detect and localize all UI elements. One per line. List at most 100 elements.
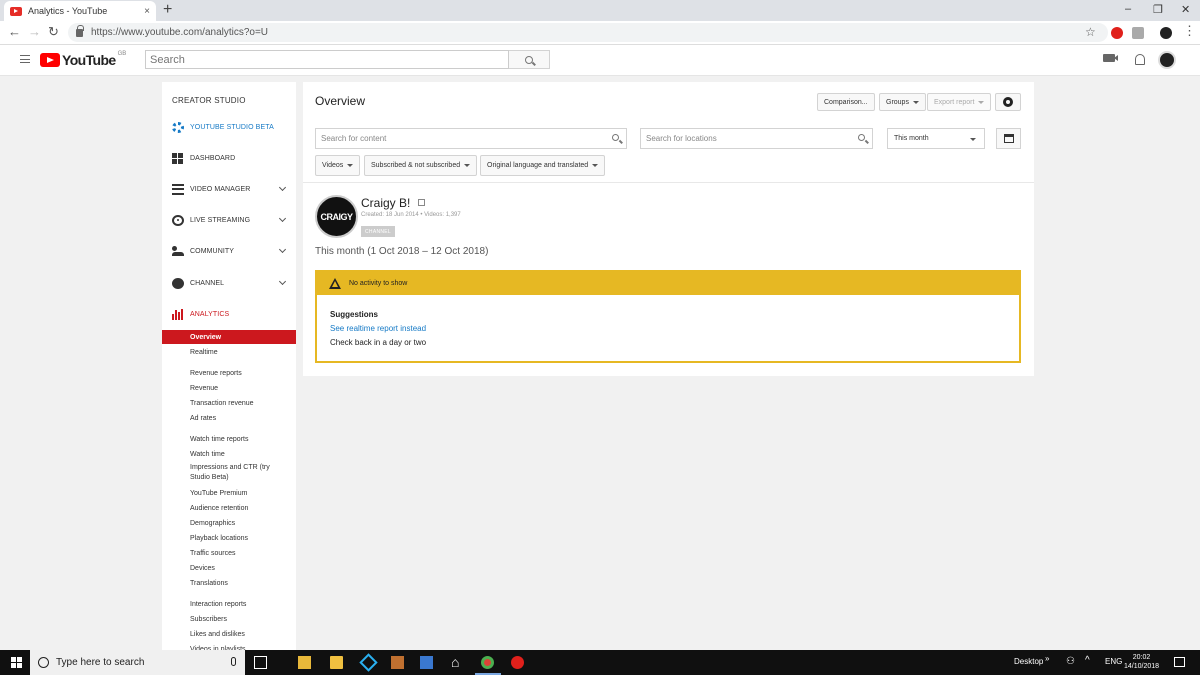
people-icon[interactable]: ⚇ [1066, 656, 1079, 669]
date-range-select[interactable]: This month [887, 128, 985, 149]
profile-avatar-icon[interactable] [1160, 27, 1172, 39]
sidebar-sub-subscribers[interactable]: Subscribers [162, 612, 296, 626]
sidebar-item-community[interactable]: COMMUNITY [162, 242, 296, 260]
sidebar-item-dashboard[interactable]: DASHBOARD [162, 149, 296, 167]
sidebar-sub-overview[interactable]: Overview [162, 330, 296, 344]
red-app-icon[interactable] [511, 656, 524, 669]
sidebar-sub-watch-time[interactable]: Watch time [162, 447, 296, 461]
sidebar-sub-traffic-sources[interactable]: Traffic sources [162, 546, 296, 560]
settings-button[interactable] [995, 93, 1021, 111]
sidebar-sub-likes-dislikes[interactable]: Likes and dislikes [162, 627, 296, 641]
browser-tab[interactable]: Analytics - YouTube × [4, 1, 156, 21]
export-report-button-label: Export report [934, 98, 975, 106]
gear-icon [1003, 97, 1013, 107]
sidebar-item-live-streaming[interactable]: LIVE STREAMING [162, 211, 296, 229]
file-explorer-icon[interactable] [298, 656, 311, 669]
tab-close-button[interactable]: × [144, 6, 150, 17]
channel-avatar[interactable]: CRAIGY [315, 195, 358, 238]
forward-icon[interactable]: → [28, 24, 41, 39]
new-tab-button[interactable]: + [163, 1, 172, 19]
tray-up-arrow-icon[interactable]: ^ [1085, 655, 1098, 668]
sidebar-sub-audience-retention[interactable]: Audience retention [162, 501, 296, 515]
sidebar-sub-watch-time-reports[interactable]: Watch time reports [162, 432, 296, 446]
search-icon[interactable] [858, 134, 865, 141]
external-link-icon[interactable] [418, 199, 425, 206]
sidebar-sub-videos-in-playlists[interactable]: Videos in playlists [162, 642, 296, 651]
menu-kebab-icon[interactable]: ⋮ [1183, 23, 1196, 39]
taskbar-search-box[interactable]: Type here to search [30, 650, 245, 675]
sidebar-sub-translations[interactable]: Translations [162, 576, 296, 590]
comparison-button[interactable]: Comparison... [817, 93, 875, 111]
address-bar[interactable]: https://www.youtube.com/analytics?o=U [68, 23, 1108, 42]
desktop-toolbar-label[interactable]: Desktop [1014, 657, 1043, 666]
chrome-icon[interactable] [481, 656, 494, 669]
sidebar-item-channel[interactable]: CHANNEL [162, 274, 296, 292]
notes-app-icon[interactable] [330, 656, 343, 669]
sidebar-sub-revenue[interactable]: Revenue [162, 381, 296, 395]
sidebar-item-video-manager[interactable]: VIDEO MANAGER [162, 180, 296, 198]
app-diamond-icon[interactable] [359, 653, 378, 672]
youtube-search-input[interactable] [145, 50, 509, 69]
window-close-icon[interactable]: ✕ [1181, 3, 1190, 16]
windows-start-icon[interactable] [11, 657, 22, 668]
sidebar-sub-demographics[interactable]: Demographics [162, 516, 296, 530]
extension-grey-icon[interactable] [1132, 27, 1144, 39]
store-icon[interactable] [420, 656, 433, 669]
groups-button[interactable]: Groups [879, 93, 926, 111]
chevron-down-icon[interactable] [278, 245, 287, 254]
search-locations-input[interactable]: Search for locations [640, 128, 873, 149]
taskbar-search-placeholder: Type here to search [56, 657, 145, 668]
sidebar-sub-revenue-reports[interactable]: Revenue reports [162, 366, 296, 380]
sidebar-sub-playback-locations[interactable]: Playback locations [162, 531, 296, 545]
sidebar-sub-impressions-ctr[interactable]: Impressions and CTR (try Studio Beta) [162, 462, 296, 484]
extension-red-icon[interactable] [1111, 27, 1123, 39]
chevron-down-icon[interactable] [278, 214, 287, 223]
upload-video-icon[interactable] [1103, 54, 1118, 62]
sidebar-sub-youtube-premium[interactable]: YouTube Premium [162, 486, 296, 500]
restore-icon[interactable]: ❐ [1153, 3, 1163, 16]
taskbar-clock[interactable]: 20:02 14/10/2018 [1124, 653, 1159, 671]
toolbar-chevron-icon[interactable]: » [1045, 654, 1049, 663]
bookmark-star-icon[interactable]: ☆ [1085, 25, 1096, 39]
sidebar-item-studio-beta[interactable]: YOUTUBE STUDIO BETA [162, 118, 296, 136]
back-icon[interactable]: ← [8, 24, 21, 39]
sidebar-sub-realtime[interactable]: Realtime [162, 345, 296, 359]
minimize-icon[interactable]: – [1125, 3, 1131, 15]
youtube-logo[interactable]: YouTube GB [40, 51, 126, 68]
cortana-icon [38, 657, 49, 668]
youtube-search-button[interactable] [509, 50, 550, 69]
paint-app-icon[interactable] [391, 656, 404, 669]
chevron-down-icon[interactable] [278, 277, 287, 286]
language-filter-button[interactable]: Original language and translated [480, 155, 606, 176]
live-streaming-icon [172, 214, 184, 226]
calendar-button[interactable] [996, 128, 1021, 149]
chevron-down-icon[interactable] [278, 183, 287, 192]
language-indicator[interactable]: ENG [1105, 657, 1122, 666]
search-content-input[interactable]: Search for content [315, 128, 627, 149]
sidebar-sub-interaction-reports[interactable]: Interaction reports [162, 597, 296, 611]
microphone-icon[interactable] [231, 657, 236, 666]
browser-toolbar: ← → ↻ https://www.youtube.com/analytics?… [0, 21, 1200, 45]
action-center-icon[interactable] [1174, 657, 1185, 667]
channel-name[interactable]: Craigy B! [361, 196, 410, 210]
youtube-favicon-icon [10, 6, 22, 16]
channel-badge: CHANNEL [361, 226, 395, 237]
analytics-main-panel: Overview Comparison... Groups Export rep… [303, 82, 1034, 376]
subscribed-filter-button[interactable]: Subscribed & not subscribed [364, 155, 478, 176]
export-report-button[interactable]: Export report [927, 93, 992, 111]
account-avatar[interactable] [1158, 51, 1176, 69]
videos-filter-button[interactable]: Videos [315, 155, 361, 176]
hamburger-menu-icon[interactable] [20, 55, 30, 63]
realtime-report-link[interactable]: See realtime report instead [330, 324, 426, 333]
sidebar-item-analytics[interactable]: ANALYTICS [162, 305, 296, 323]
sidebar-sub-ad-rates[interactable]: Ad rates [162, 411, 296, 425]
sidebar-sub-devices[interactable]: Devices [162, 561, 296, 575]
video-manager-icon [172, 183, 184, 195]
task-view-icon[interactable] [254, 656, 267, 669]
home-icon[interactable]: ⌂ [451, 654, 464, 670]
clock-time: 20:02 [1132, 654, 1151, 661]
sidebar-sub-transaction-revenue[interactable]: Transaction revenue [162, 396, 296, 410]
notifications-bell-icon[interactable] [1135, 54, 1145, 65]
reload-icon[interactable]: ↻ [48, 24, 59, 40]
search-icon[interactable] [612, 134, 619, 141]
